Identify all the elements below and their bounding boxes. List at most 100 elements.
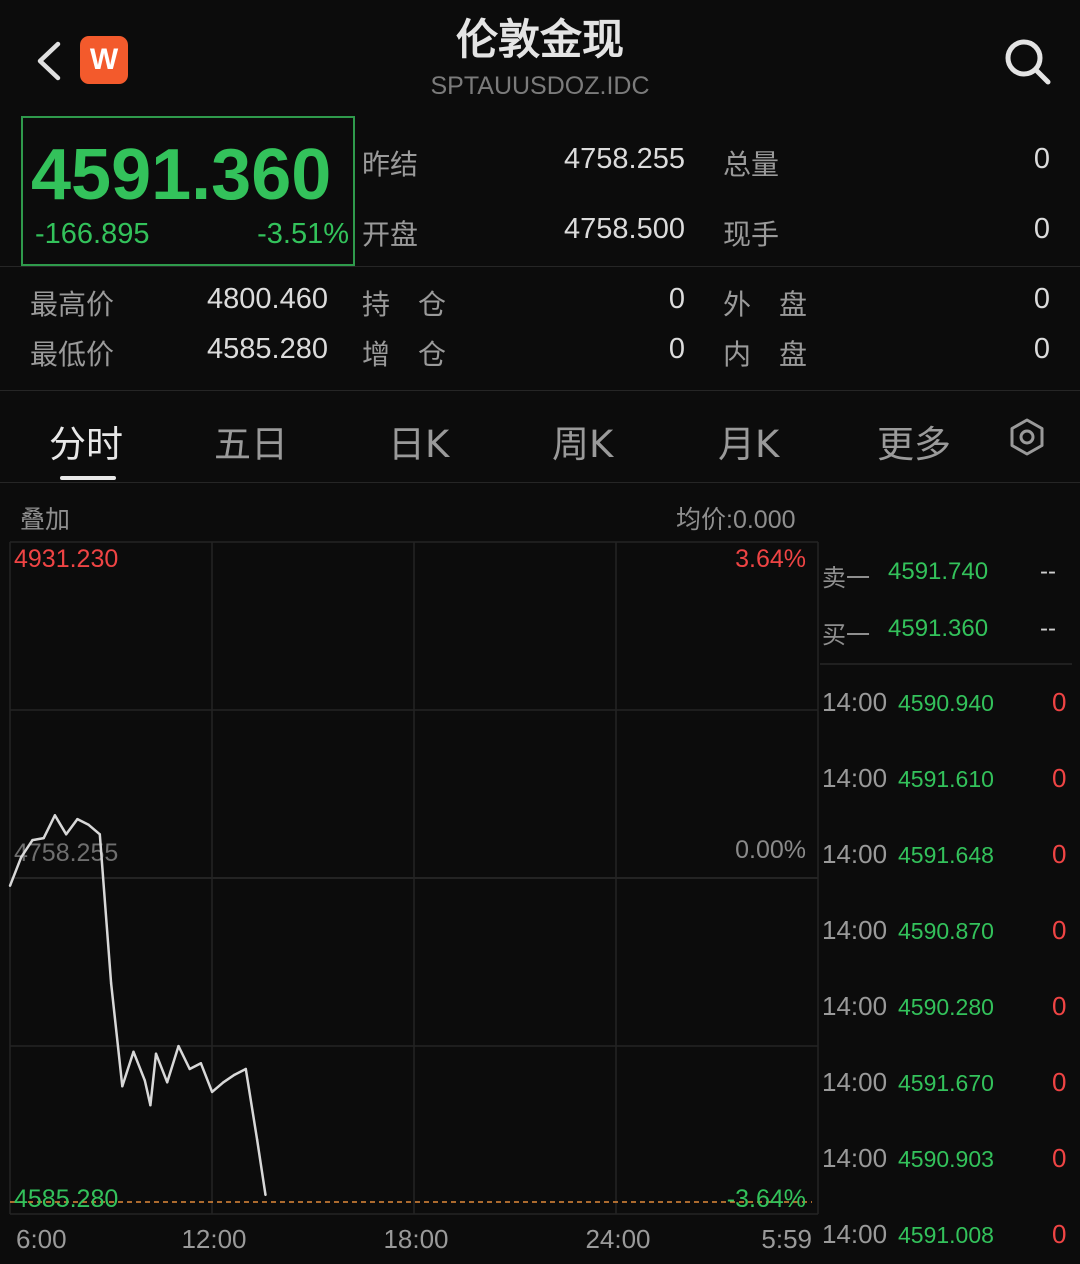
- price-point: [264, 1193, 267, 1197]
- page-title: 伦敦金现: [455, 15, 624, 64]
- price-point: [199, 1062, 203, 1065]
- price-point: [188, 1067, 191, 1071]
- price-point: [244, 1067, 247, 1071]
- bid-price: 4591.360: [888, 615, 989, 642]
- price-point: [31, 838, 34, 842]
- trade-price: 4591.008: [898, 1222, 994, 1248]
- price-point: [53, 814, 57, 817]
- stat-label-inner-volume: 内 盘: [723, 338, 808, 371]
- trade-time: 14:00: [822, 991, 888, 1021]
- settings-icon[interactable]: [1006, 416, 1048, 458]
- stat-value-open: 4758.500: [564, 213, 685, 245]
- stat-label-last-volume: 现手: [723, 218, 780, 251]
- ask-volume: --: [1040, 558, 1056, 585]
- divider: [0, 266, 1080, 267]
- price-point: [166, 1081, 169, 1084]
- trade-volume: 0: [1052, 1143, 1067, 1173]
- x-axis-label-3: 24:00: [585, 1224, 650, 1254]
- stat-label-open-interest: 持 仓: [362, 288, 447, 321]
- stat-value-low: 4585.280: [207, 333, 328, 365]
- y-axis-top-label: 4931.230: [14, 545, 118, 573]
- stat-value-outer-volume: 0: [1033, 283, 1050, 315]
- stat-label-outer-volume: 外 盘: [723, 288, 808, 321]
- price-point: [42, 836, 45, 840]
- stat-label-high: 最高价: [30, 288, 115, 321]
- tab-more[interactable]: 更多: [877, 414, 951, 468]
- divider: [0, 390, 1080, 391]
- trade-time: 14:00: [822, 839, 888, 869]
- stat-label-total-volume: 总量: [723, 148, 780, 181]
- stat-value-oi-change: 0: [668, 333, 685, 365]
- price-point: [65, 833, 68, 836]
- price-point: [233, 1073, 236, 1076]
- ask-price: 4591.740: [888, 558, 989, 585]
- price-point: [98, 833, 102, 836]
- active-tab-indicator: [60, 476, 116, 480]
- price-point: [20, 856, 23, 859]
- y-axis-bottom-label: 4585.280: [14, 1185, 118, 1213]
- x-axis-label-4: 5:59: [761, 1224, 812, 1254]
- stat-label-prev-settle: 昨结: [362, 148, 419, 181]
- trade-volume: 0: [1052, 915, 1067, 945]
- price-line: [8, 814, 267, 1196]
- price-box: 4591.360 -166.895 -3.51%: [21, 116, 355, 266]
- price-point: [121, 1085, 124, 1088]
- trade-price: 4591.670: [898, 1070, 994, 1096]
- price-change: -166.895: [35, 218, 150, 250]
- trade-volume: 0: [1052, 763, 1067, 793]
- tab-monthly-k[interactable]: 月K: [718, 414, 779, 468]
- trade-volume: 0: [1052, 1067, 1067, 1097]
- price-point: [143, 1079, 146, 1082]
- ask-label: 卖一: [822, 564, 870, 592]
- price-point: [154, 1052, 158, 1055]
- instrument-code: SPTAUUSDOZ.IDC: [430, 72, 650, 100]
- trade-price: 4591.648: [898, 842, 994, 868]
- stat-label-oi-change: 增 仓: [362, 338, 447, 371]
- stat-value-total-volume: 0: [1033, 143, 1050, 175]
- trade-time: 14:00: [822, 763, 888, 793]
- price-change-percent: -3.51%: [257, 218, 349, 250]
- price-point: [87, 823, 90, 826]
- price-point: [109, 981, 113, 985]
- trade-price: 4590.940: [898, 690, 994, 716]
- trade-volume: 0: [1052, 1219, 1067, 1249]
- trade-volume: 0: [1052, 991, 1067, 1021]
- price-point: [8, 884, 12, 887]
- stat-value-open-interest: 0: [668, 283, 685, 315]
- trade-price: 4591.610: [898, 766, 994, 792]
- x-axis-label-1: 12:00: [181, 1224, 246, 1254]
- stat-value-last-volume: 0: [1033, 213, 1050, 245]
- pct-axis-bottom-label: -3.64%: [727, 1185, 806, 1213]
- x-axis-label-2: 18:00: [383, 1224, 448, 1254]
- price-point: [177, 1044, 180, 1048]
- tab-weekly-k[interactable]: 周K: [552, 414, 613, 468]
- trade-volume: 0: [1052, 687, 1067, 717]
- tab-daily-k[interactable]: 日K: [388, 414, 449, 468]
- last-price: 4591.360: [31, 135, 332, 215]
- x-axis-label-0: 6:00: [16, 1224, 67, 1254]
- bid-label: 买一: [822, 621, 870, 649]
- stat-label-low: 最低价: [30, 338, 115, 371]
- pct-axis-top-label: 3.64%: [735, 545, 806, 573]
- stat-value-inner-volume: 0: [1033, 333, 1050, 365]
- trade-price: 4590.280: [898, 994, 994, 1020]
- trade-price: 4590.903: [898, 1146, 994, 1172]
- trade-time: 14:00: [822, 1219, 888, 1249]
- trade-time: 14:00: [822, 915, 888, 945]
- trade-price: 4590.870: [898, 918, 994, 944]
- stat-value-prev-settle: 4758.255: [564, 143, 685, 175]
- trade-volume: 0: [1052, 839, 1067, 869]
- divider: [0, 482, 1080, 483]
- stat-value-high: 4800.460: [207, 283, 328, 315]
- price-point: [255, 1138, 259, 1141]
- tab-five-day[interactable]: 五日: [214, 414, 288, 468]
- tab-intraday[interactable]: 分时: [49, 414, 123, 468]
- trade-time: 14:00: [822, 1143, 888, 1173]
- bid-volume: --: [1040, 615, 1056, 642]
- price-point: [132, 1050, 135, 1054]
- trade-time: 14:00: [822, 1067, 888, 1097]
- price-point: [76, 817, 79, 821]
- price-points: [8, 814, 267, 1197]
- search-icon[interactable]: [1000, 34, 1054, 88]
- price-point: [149, 1104, 152, 1107]
